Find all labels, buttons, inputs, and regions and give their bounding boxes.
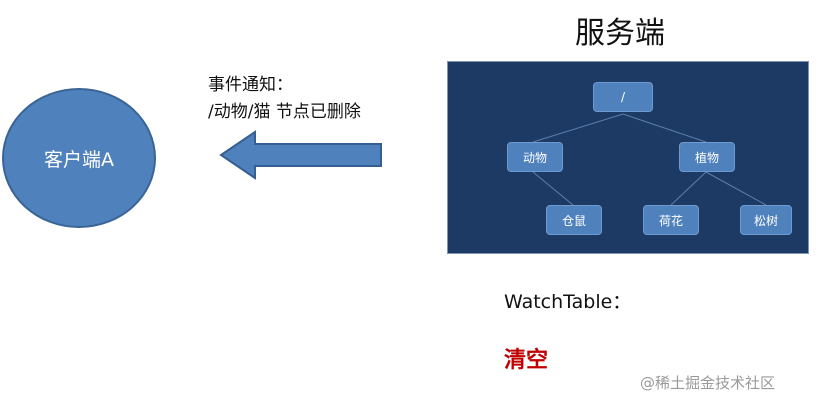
edge-root-animals bbox=[532, 113, 624, 143]
edge-plants-lotus bbox=[670, 171, 707, 206]
event-notification: 事件通知： /动物/猫 节点已删除 bbox=[208, 72, 361, 126]
watermark: @稀土掘金技术社区 bbox=[640, 374, 776, 392]
client-a-node: 客户端A bbox=[2, 88, 156, 228]
watch-table-label: WatchTable： bbox=[504, 291, 632, 313]
tree-node-plants: 植物 bbox=[679, 142, 735, 172]
edge-plants-pine bbox=[705, 171, 767, 206]
tree-node-hamster: 仓鼠 bbox=[546, 205, 602, 235]
edge-animals-hamster bbox=[532, 171, 574, 206]
client-a-label: 客户端A bbox=[44, 148, 114, 171]
tree-node-pine: 松树 bbox=[740, 205, 792, 235]
watch-table-status: 清空 bbox=[504, 348, 549, 373]
edge-root-plants bbox=[622, 113, 707, 143]
tree-node-root: / bbox=[593, 82, 653, 112]
notification-title: 事件通知： bbox=[208, 75, 293, 95]
server-title: 服务端 bbox=[575, 16, 665, 51]
notification-message: /动物/猫 节点已删除 bbox=[208, 102, 361, 122]
tree-node-lotus: 荷花 bbox=[643, 205, 699, 235]
notification-arrow bbox=[219, 130, 382, 180]
tree-node-animals: 动物 bbox=[507, 142, 563, 172]
left-arrow-icon bbox=[219, 130, 382, 180]
server-tree-panel: / 动物 植物 仓鼠 荷花 松树 bbox=[447, 61, 809, 254]
